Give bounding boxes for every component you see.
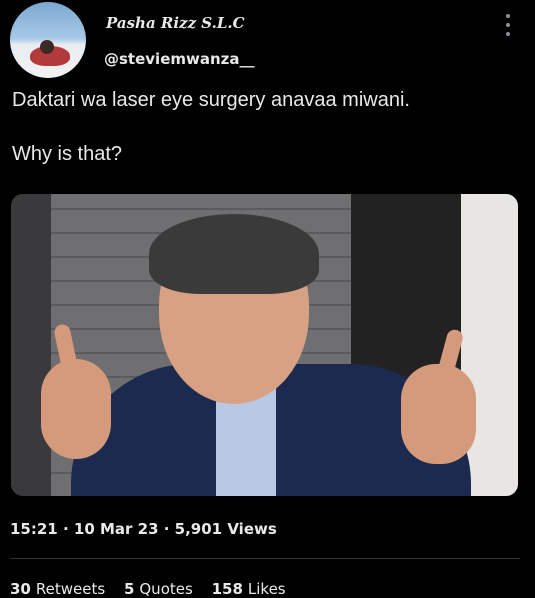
- display-name[interactable]: Pasha Rizz S.L.C: [106, 14, 245, 32]
- more-dot: [506, 23, 510, 27]
- tweet-media-image[interactable]: [11, 194, 518, 496]
- retweets-count[interactable]: 30: [10, 580, 31, 598]
- more-dot: [506, 32, 510, 36]
- image-hand-left: [41, 359, 111, 459]
- tweet-text-line-2: Why is that?: [12, 143, 123, 165]
- likes-label[interactable]: Likes: [248, 580, 286, 598]
- quotes-count[interactable]: 5: [124, 580, 134, 598]
- more-dot: [506, 14, 510, 18]
- more-vertical-icon[interactable]: [505, 14, 511, 36]
- avatar-figure-head: [40, 40, 54, 54]
- tweet-timestamp[interactable]: 15:21 · 10 Mar 23 · 5,901 Views: [10, 520, 277, 538]
- engagement-stats: 30 Retweets 5 Quotes 158 Likes: [10, 580, 300, 598]
- user-handle[interactable]: @steviemwanza__: [104, 50, 255, 68]
- divider: [10, 558, 520, 559]
- avatar[interactable]: [10, 2, 86, 78]
- quotes-label[interactable]: Quotes: [139, 580, 192, 598]
- likes-count[interactable]: 158: [212, 580, 243, 598]
- image-background-left: [11, 194, 51, 496]
- tweet-text-line-1: Daktari wa laser eye surgery anavaa miwa…: [12, 89, 410, 111]
- image-hand-right: [401, 364, 476, 464]
- retweets-label[interactable]: Retweets: [36, 580, 105, 598]
- image-hair: [149, 214, 319, 294]
- image-light-panel: [461, 194, 518, 496]
